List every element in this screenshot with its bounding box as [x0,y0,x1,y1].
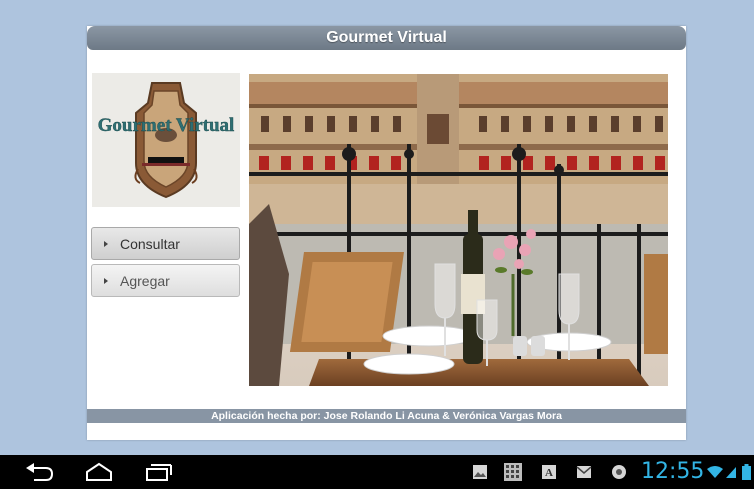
battery-icon [740,455,752,489]
menu-item-label: Agregar [120,272,170,289]
text-notification-icon: A [540,455,558,489]
image-notification-icon [471,455,489,489]
chevron-right-icon [104,240,108,247]
chevron-right-icon [104,277,108,284]
gourmet-virtual-logo: Gourmet Virtual [92,73,240,207]
menu-item-agregar[interactable]: Agregar [91,264,240,297]
back-icon[interactable] [22,455,56,489]
svg-text:A: A [545,467,553,479]
menu-item-label: Consultar [120,235,180,252]
logo-emblem-icon: Gourmet Virtual [92,73,240,207]
home-icon[interactable] [82,455,116,489]
wifi-icon [705,455,725,489]
hero-image [249,74,668,386]
keyboard-notification-icon [502,455,524,489]
footer-credits-text: Aplicación hecha por: Jose Rolando Li Ac… [211,410,562,422]
settings-notification-icon [610,455,628,489]
footer-credits-bar: Aplicación hecha por: Jose Rolando Li Ac… [87,409,686,423]
menu-item-consultar[interactable]: Consultar [91,227,240,260]
android-navigation-bar: A 12:55 [0,455,754,489]
gmail-notification-icon [575,455,593,489]
status-bar-clock: 12:55 [641,459,705,484]
app-window: Gourmet Virtual Gourmet Virtual Consulta… [87,26,686,440]
logo-text: Gourmet Virtual [98,115,235,136]
screen-background: Gourmet Virtual Gourmet Virtual Consulta… [0,0,754,455]
restaurant-balcony-photo-icon [249,74,668,386]
app-title-bar: Gourmet Virtual [87,26,686,50]
app-title: Gourmet Virtual [326,29,447,46]
recent-apps-icon[interactable] [142,455,176,489]
signal-icon [724,455,738,489]
